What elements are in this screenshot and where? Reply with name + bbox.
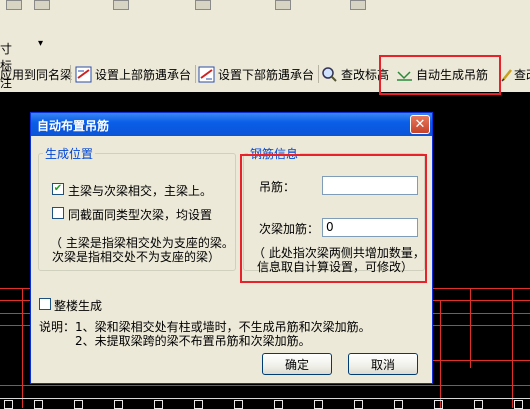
main-beam-checkbox[interactable]: ✔ bbox=[52, 183, 64, 195]
toolbar-icon[interactable] bbox=[6, 0, 22, 10]
set-top-rebar-label: 设置上部筋遇承台 bbox=[95, 67, 192, 82]
apply-same-name-beam-button[interactable]: 应用到同名梁 bbox=[0, 63, 72, 85]
toolbar-separator bbox=[70, 65, 71, 83]
chevron-down-icon: ▾ bbox=[38, 38, 44, 49]
highlight-box bbox=[240, 154, 427, 283]
gen-position-note-2: 次梁是指相交处不为支座的梁） bbox=[52, 250, 221, 264]
whole-floor-label: 整楼生成 bbox=[54, 299, 103, 313]
toolbar-separator bbox=[195, 65, 196, 83]
toolbar-icon[interactable] bbox=[34, 0, 50, 10]
edit-button[interactable]: 查改 bbox=[501, 63, 530, 85]
same-section-label: 同截面同类型次梁，均设置 bbox=[68, 208, 213, 222]
toolbar-icon[interactable] bbox=[275, 0, 291, 10]
same-section-checkbox[interactable] bbox=[52, 207, 64, 219]
drawing-line bbox=[433, 360, 530, 361]
set-bottom-rebar-label: 设置下部筋遇承台 bbox=[218, 67, 315, 82]
toolbar-icon[interactable] bbox=[195, 0, 211, 10]
cancel-button[interactable]: 取消 bbox=[348, 353, 418, 375]
dialog-title-bar[interactable]: 自动布置吊筋 ✕ bbox=[31, 113, 432, 136]
toolbar-separator bbox=[318, 65, 319, 83]
gen-position-legend: 生成位置 bbox=[43, 145, 96, 162]
drawing-line bbox=[0, 385, 530, 386]
set-top-rebar-button[interactable]: 设置上部筋遇承台 bbox=[75, 63, 191, 85]
ok-label: 确定 bbox=[284, 357, 309, 372]
drawing-line bbox=[512, 288, 513, 408]
query-elevation-icon bbox=[321, 66, 338, 83]
dialog-title: 自动布置吊筋 bbox=[37, 119, 110, 133]
toolbar-icon[interactable] bbox=[350, 0, 366, 10]
set-bottom-rebar-icon bbox=[198, 66, 215, 83]
drawing-line bbox=[433, 325, 530, 326]
close-button[interactable]: ✕ bbox=[410, 115, 430, 134]
close-icon: ✕ bbox=[414, 117, 426, 132]
ok-button[interactable]: 确定 bbox=[262, 353, 332, 375]
drawing-line bbox=[0, 398, 530, 399]
drawing-line bbox=[433, 313, 530, 314]
whole-floor-checkbox[interactable] bbox=[39, 298, 51, 310]
apply-label: 应用到同名梁 bbox=[0, 67, 73, 82]
drawing-line bbox=[470, 288, 471, 368]
main-beam-label: 主梁与次梁相交，主梁上。 bbox=[68, 184, 213, 198]
edit-icon bbox=[501, 66, 513, 83]
highlight-box bbox=[379, 55, 501, 95]
drawing-line bbox=[440, 300, 441, 408]
drawing-line bbox=[22, 288, 23, 408]
explanation-line-2: 2、未提取梁跨的梁不布置吊筋和次梁加筋。 bbox=[75, 334, 311, 348]
set-top-rebar-icon bbox=[75, 66, 92, 83]
toolbar-icon[interactable] bbox=[113, 0, 129, 10]
set-bottom-rebar-button[interactable]: 设置下部筋遇承台 bbox=[198, 63, 314, 85]
cancel-label: 取消 bbox=[370, 357, 395, 372]
edit-label: 查改 bbox=[514, 67, 530, 82]
